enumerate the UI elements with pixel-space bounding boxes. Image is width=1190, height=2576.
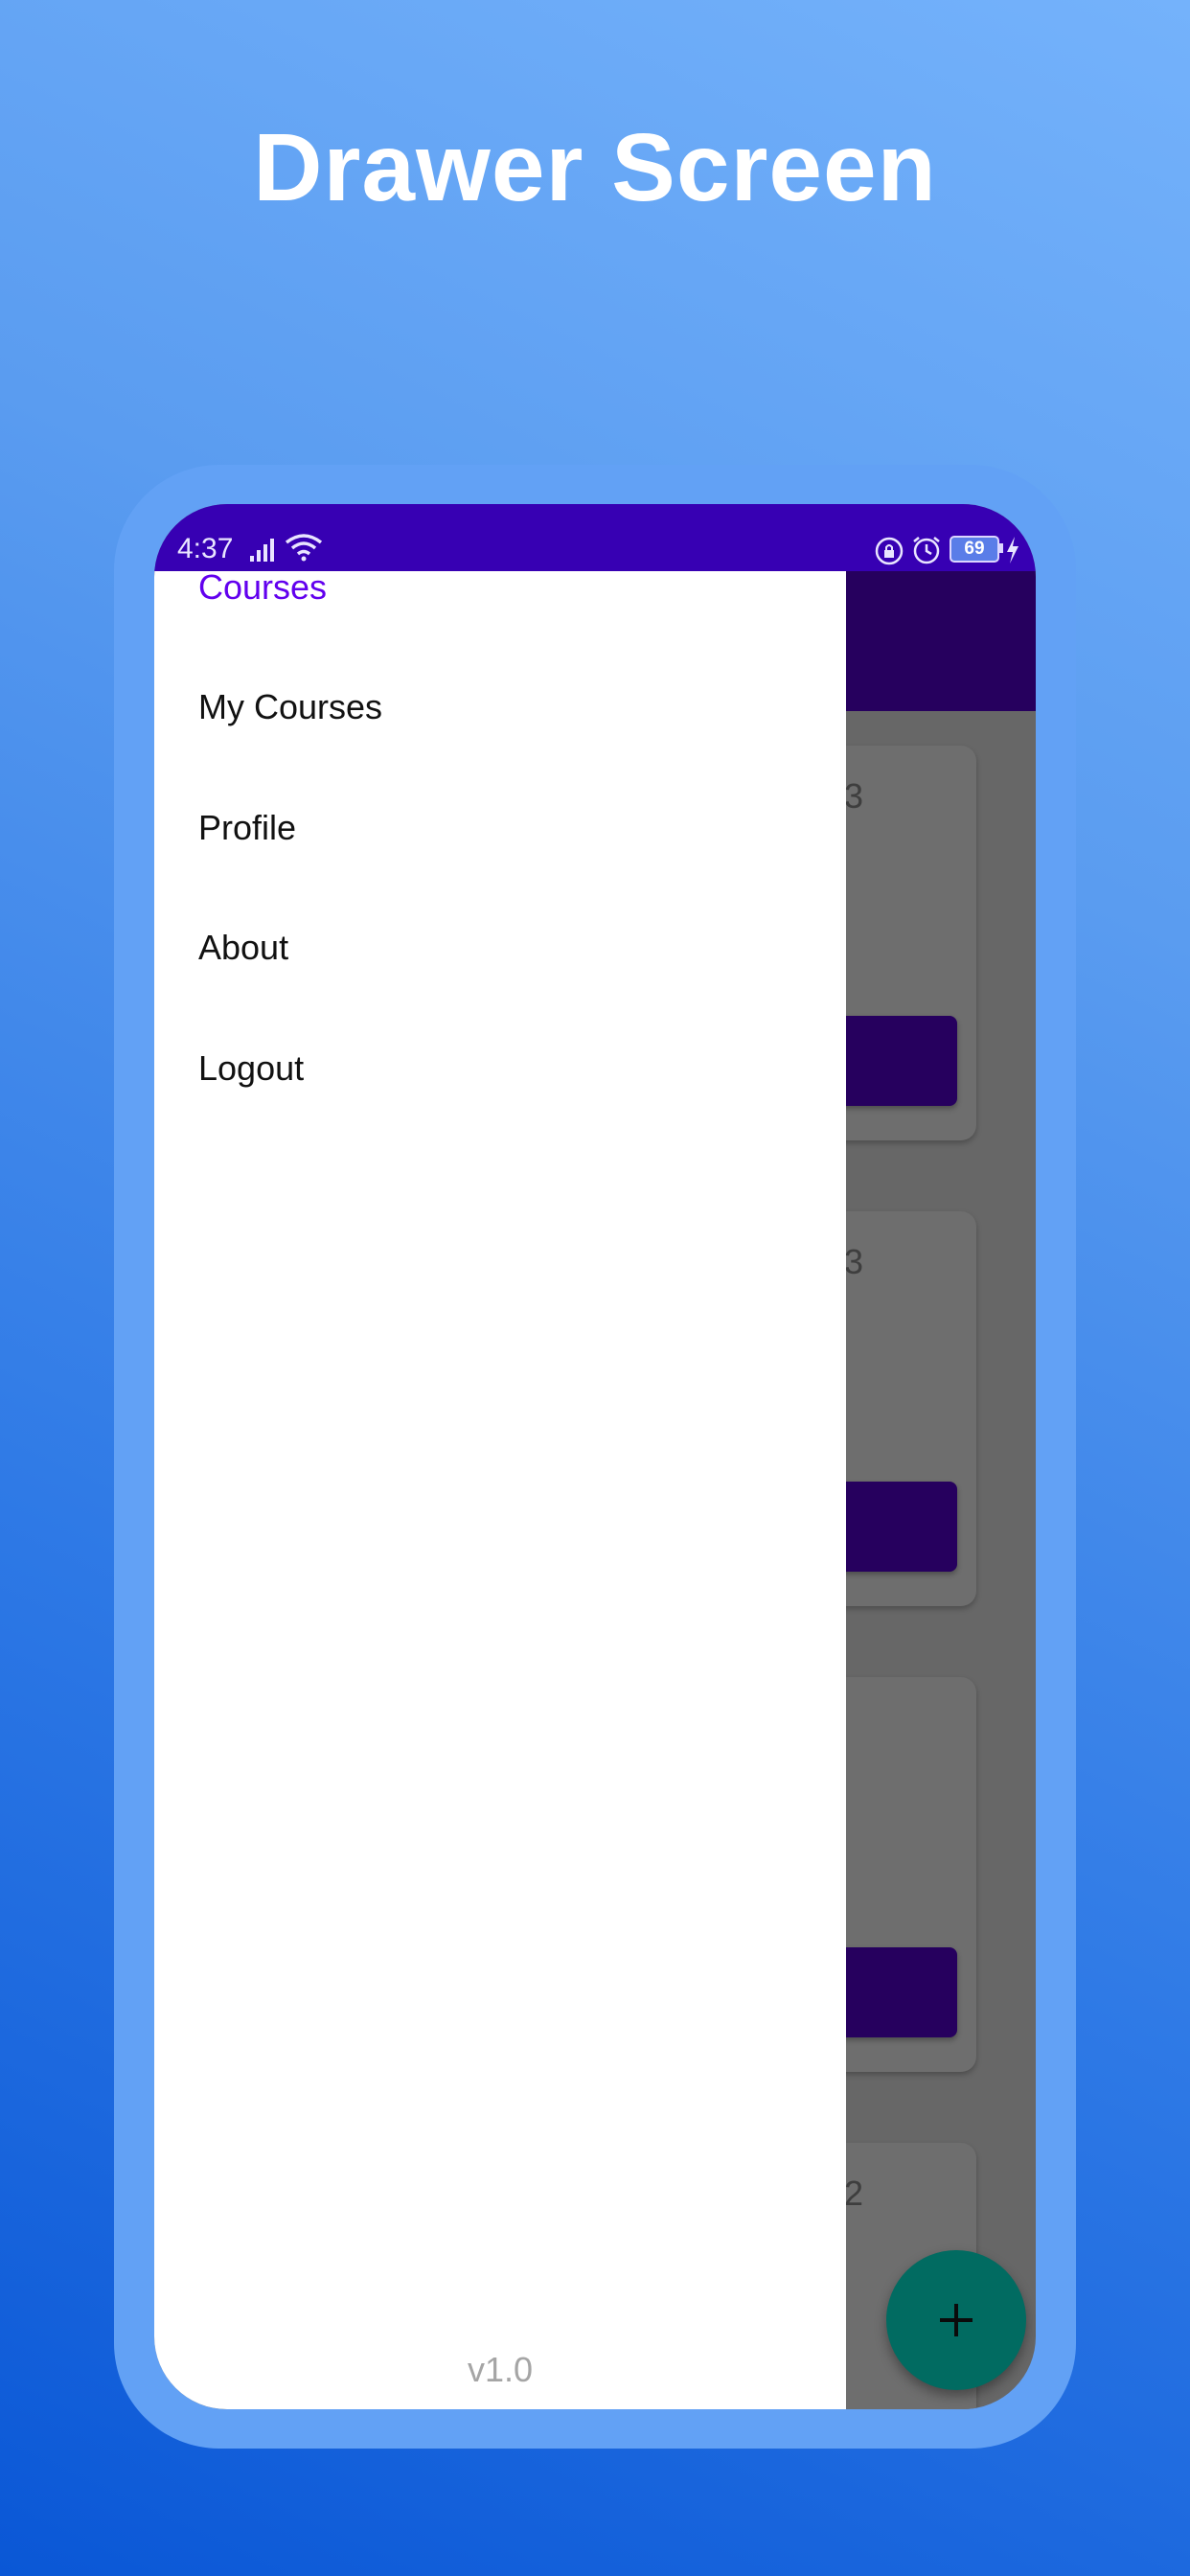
drawer-item-my-courses[interactable]: My Courses <box>198 687 382 727</box>
signal-icon <box>250 539 274 562</box>
course-card-text: 3 <box>844 776 864 816</box>
status-bar: 4:37 69 <box>154 504 1036 571</box>
version-label: v1.0 <box>467 2350 534 2389</box>
course-card-text: 2 <box>844 2174 864 2213</box>
status-time: 4:37 <box>177 533 234 564</box>
alarm-icon <box>913 537 940 564</box>
battery-icon: 69 <box>950 536 999 563</box>
drawer-item-logout[interactable]: Logout <box>198 1048 304 1089</box>
plus-icon <box>940 2304 973 2336</box>
charging-icon <box>1007 537 1018 564</box>
lock-icon <box>875 537 904 565</box>
page-headline: Drawer Screen <box>253 114 937 221</box>
battery-tip <box>999 543 1003 553</box>
phone-screen: 4:37 69 3 3 2 Courses My Courses Profile… <box>154 504 1036 2409</box>
drawer-item-about[interactable]: About <box>198 928 288 968</box>
navigation-drawer: Courses My Courses Profile About Logout … <box>154 571 846 2409</box>
drawer-item-profile[interactable]: Profile <box>198 808 296 848</box>
add-course-fab[interactable] <box>886 2250 1026 2390</box>
wifi-icon <box>285 534 323 562</box>
drawer-item-courses[interactable]: Courses <box>198 571 327 608</box>
course-card-text: 3 <box>844 1242 864 1281</box>
